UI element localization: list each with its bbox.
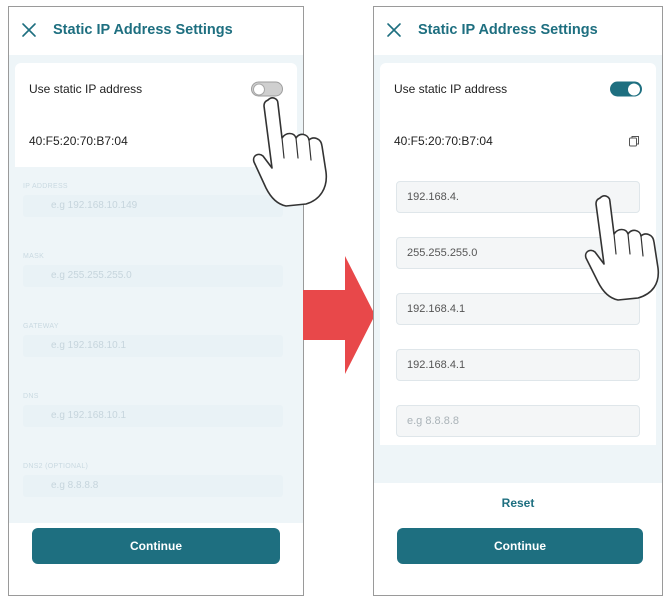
ip-address-field: IP ADDRESS e.g 192.168.10.149	[23, 183, 283, 217]
field-label: IP ADDRESS	[23, 183, 68, 190]
dns-input[interactable]: 192.168.4.1	[396, 349, 640, 381]
static-ip-toggle[interactable]	[610, 81, 642, 97]
dns2-input: e.g 8.8.8.8	[23, 475, 283, 497]
arrow-right-icon	[303, 256, 375, 374]
field-value: 192.168.4.1	[407, 359, 466, 371]
mac-address: 40:F5:20:70:B7:04	[29, 134, 128, 148]
pointing-hand-icon	[252, 97, 328, 207]
static-ip-toggle-row: Use static IP address	[380, 63, 656, 115]
gateway-input: e.g 192.168.10.1	[23, 335, 283, 357]
field-placeholder: e.g 8.8.8.8	[407, 415, 459, 427]
field-value: 192.168.4.	[407, 191, 459, 203]
field-value: 192.168.4.1	[407, 303, 466, 315]
continue-button[interactable]: Continue	[397, 528, 643, 564]
pointing-hand-icon	[584, 195, 660, 301]
field-label: MASK	[23, 253, 45, 260]
ip-address-input: e.g 192.168.10.149	[23, 195, 283, 217]
continue-button[interactable]: Continue	[32, 528, 280, 564]
dns2-input[interactable]: e.g 8.8.8.8	[396, 405, 640, 437]
field-label: DNS	[23, 393, 39, 400]
field-label: GATEWAY	[23, 323, 59, 330]
field-value: 255.255.255.0	[407, 247, 478, 259]
toggle-label: Use static IP address	[394, 82, 508, 96]
field-label: DNS2 (OPTIONAL)	[23, 463, 89, 470]
close-icon[interactable]	[21, 22, 37, 38]
toggle-label: Use static IP address	[29, 82, 143, 96]
header: Static IP Address Settings	[9, 7, 303, 53]
close-icon[interactable]	[386, 22, 402, 38]
page-title: Static IP Address Settings	[418, 22, 598, 38]
page-title: Static IP Address Settings	[53, 22, 233, 38]
mac-address: 40:F5:20:70:B7:04	[394, 134, 493, 148]
dns-field: DNS e.g 192.168.10.1	[23, 393, 283, 427]
copy-icon[interactable]	[628, 135, 640, 147]
dns2-field: DNS2 (OPTIONAL) e.g 8.8.8.8	[23, 463, 283, 497]
mac-address-row: 40:F5:20:70:B7:04	[380, 115, 656, 167]
gateway-field: GATEWAY e.g 192.168.10.1	[23, 323, 283, 357]
mask-input: e.g 255.255.255.0	[23, 265, 283, 287]
dns-input: e.g 192.168.10.1	[23, 405, 283, 427]
mask-field: MASK e.g 255.255.255.0	[23, 253, 283, 287]
toggle-knob	[628, 83, 640, 95]
reset-button[interactable]: Reset	[374, 496, 662, 510]
header: Static IP Address Settings	[374, 7, 662, 53]
